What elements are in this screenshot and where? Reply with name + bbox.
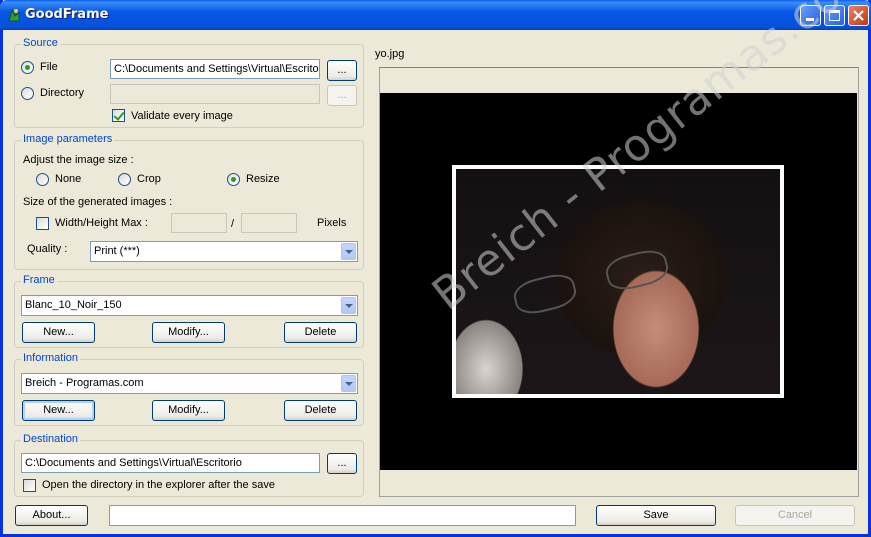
cancel-button[interactable]: Cancel: [735, 505, 855, 526]
about-button[interactable]: About...: [15, 505, 88, 526]
app-icon: [8, 8, 20, 22]
file-path-field[interactable]: C:\Documents and Settings\Virtual\Escrit…: [110, 59, 320, 79]
height-field[interactable]: [241, 213, 297, 233]
chevron-down-icon[interactable]: [341, 297, 356, 314]
app-window: GoodFrame Source File C:\Documents and S…: [0, 0, 871, 537]
resize-label: Resize: [246, 173, 280, 185]
validate-checkbox[interactable]: [112, 109, 125, 122]
information-delete-button[interactable]: Delete: [284, 400, 357, 421]
open-dir-checkbox[interactable]: [23, 479, 36, 492]
information-modify-button[interactable]: Modify...: [152, 400, 225, 421]
title-bar[interactable]: GoodFrame: [0, 0, 871, 30]
crop-label: Crop: [137, 173, 161, 185]
glasses-left-lens: [510, 270, 580, 318]
frame-group-title: Frame: [21, 274, 57, 286]
information-new-button[interactable]: New...: [22, 400, 95, 421]
quality-value: Print (***): [94, 245, 140, 257]
frame-new-button[interactable]: New...: [22, 322, 95, 343]
directory-path-field[interactable]: [110, 84, 320, 104]
image-params-group-title: Image parameters: [21, 133, 115, 145]
save-button[interactable]: Save: [596, 505, 716, 526]
information-value: Breich - Programas.com: [25, 377, 144, 389]
directory-browse-button[interactable]: ...: [327, 85, 357, 106]
none-radio[interactable]: [36, 173, 49, 186]
glasses-right-lens: [602, 246, 672, 294]
width-field[interactable]: [171, 213, 227, 233]
none-label: None: [55, 173, 82, 185]
adjust-size-label: Adjust the image size :: [23, 154, 134, 166]
resize-radio[interactable]: [227, 173, 240, 186]
frame-value: Blanc_10_Noir_150: [25, 299, 122, 311]
frame-select[interactable]: Blanc_10_Noir_150: [21, 295, 358, 316]
frame-modify-button[interactable]: Modify...: [152, 322, 225, 343]
pixels-label: Pixels: [317, 217, 347, 229]
directory-label: Directory: [40, 87, 85, 99]
preview-photo: [456, 169, 780, 394]
chevron-down-icon[interactable]: [341, 375, 356, 392]
open-dir-label: Open the directory in the explorer after…: [42, 479, 275, 491]
directory-radio[interactable]: [21, 87, 34, 100]
destination-browse-button[interactable]: ...: [327, 453, 357, 474]
wh-max-label: Width/Height Max :: [55, 217, 148, 229]
destination-group-title: Destination: [21, 433, 81, 445]
destination-path-field[interactable]: C:\Documents and Settings\Virtual\Escrit…: [21, 453, 320, 473]
quality-label: Quality :: [27, 243, 68, 255]
validate-label: Validate every image: [131, 110, 233, 122]
frame-delete-button[interactable]: Delete: [284, 322, 357, 343]
source-group-title: Source: [21, 37, 60, 49]
size-generated-label: Size of the generated images :: [23, 196, 173, 208]
wh-max-checkbox[interactable]: [36, 217, 49, 230]
crop-radio[interactable]: [118, 173, 131, 186]
preview-filename: yo.jpg: [375, 48, 405, 60]
window-title: GoodFrame: [25, 7, 109, 22]
file-browse-button[interactable]: ...: [327, 60, 357, 81]
quality-select[interactable]: Print (***): [90, 241, 358, 262]
chevron-down-icon[interactable]: [341, 243, 356, 260]
file-radio[interactable]: [21, 61, 34, 74]
file-label: File: [40, 61, 58, 73]
information-group-title: Information: [21, 352, 81, 364]
size-separator: /: [231, 218, 235, 230]
information-select[interactable]: Breich - Programas.com: [21, 373, 358, 394]
status-bar: [109, 505, 576, 526]
